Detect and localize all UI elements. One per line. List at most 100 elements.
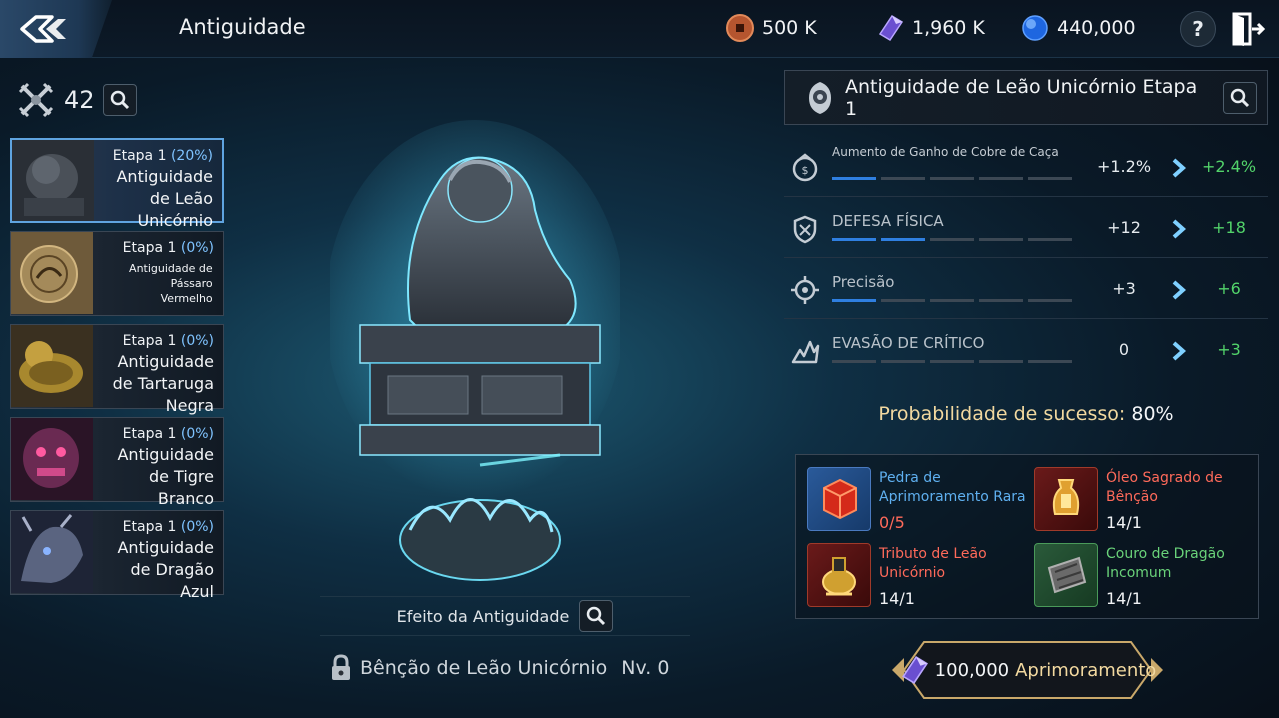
chevron-right-icon [1172,158,1187,178]
crossed-swords-icon [18,82,54,118]
red-bird-thumbnail [11,232,93,315]
collection-count: 42 [64,86,95,114]
card-stage: Etapa 1 [122,426,177,442]
top-bar: Antiguidade 500 K 1,960 K 440,000 ? [0,0,1279,58]
chevron-right-icon [1172,341,1187,361]
coin-bag-icon: $ [790,153,820,183]
stat-row-copper-gain: $ Aumento de Ganho de Cobre de Caça +1.2… [784,137,1268,197]
orb-currency: 440,000 [1021,14,1136,42]
card-stage: Etapa 1 [122,240,177,256]
blessing-row: Bênção de Leão Unicórnio Nv. 0 [330,654,669,682]
magnifier-icon [110,90,129,110]
detail-header: Antiguidade de Leão Unicórnio Etapa 1 [784,70,1268,125]
antiquity-effect-search-button[interactable] [579,600,614,632]
card-progress: (0%) [180,240,214,256]
material-quantity: 0/5 [879,513,905,532]
detail-search-button[interactable] [1223,81,1257,114]
stat-progress-segment [1028,360,1072,363]
stat-progress-bars [832,360,1072,363]
material-quantity: 14/1 [879,589,915,608]
card-name: Antiguidade de Dragão Azul [117,538,214,601]
material-quantity: 14/1 [1106,589,1142,608]
stat-name: Aumento de Ganho de Cobre de Caça [832,145,1059,159]
card-progress: (0%) [180,426,214,442]
antiquity-effect-label: Efeito da Antiguidade [396,606,570,626]
stat-progress-segment [979,360,1023,363]
card-stage: Etapa 1 [122,519,177,535]
purple-crystal-icon [901,656,928,684]
holy-oil-icon [1034,467,1098,531]
copper-amount: 500 K [762,17,817,39]
card-name: Antiguidade de Tigre Branco [117,445,214,508]
dragon-leather-icon [1034,543,1098,607]
svg-text:$: $ [802,164,809,177]
card-stage: Etapa 1 [112,148,167,164]
tribute-urn-icon [807,543,871,607]
crystal-currency: 1,960 K [876,14,985,42]
stat-progress-segment [930,360,974,363]
collection-search-button[interactable] [102,84,137,116]
success-probability-label: Probabilidade de sucesso: [878,403,1126,425]
azure-dragon-thumbnail [11,511,93,594]
antiquity-card-azure-dragon[interactable]: Etapa 1 (0%) Antiguidade de Dragão Azul [10,510,224,601]
stat-next-value: +6 [1217,279,1241,298]
exit-button[interactable] [1230,10,1266,48]
stat-progress-bars [832,177,1072,180]
stat-progress-bars [832,238,1072,241]
material-name: Couro de Dragão Incomum [1106,546,1225,581]
stat-progress-segment [832,299,876,302]
detail-title: Antiguidade de Leão Unicórnio Etapa 1 [845,75,1198,120]
antiquity-card-red-bird[interactable]: Etapa 1 (0%) Antiguidade de Pássaro Verm… [10,231,224,316]
crosshair-icon [790,275,820,305]
upgrade-button[interactable]: 100,000 Aprimoramento [890,638,1165,702]
help-button[interactable]: ? [1180,11,1216,47]
material-item[interactable]: Pedra de Aprimoramento Rara 0/5 [807,467,1027,535]
stat-row-physical-defense: DEFESA FÍSICA +12 +18 [784,198,1268,258]
purple-crystal-icon [876,14,904,42]
material-item[interactable]: Óleo Sagrado de Bênção 14/1 [1034,467,1254,535]
stat-current-value: +12 [1107,218,1141,237]
stat-progress-segment [881,238,925,241]
stat-name: EVASÃO DE CRÍTICO [832,334,985,352]
stat-current-value: +3 [1112,279,1136,298]
stat-progress-segment [881,299,925,302]
stat-progress-segment [881,177,925,180]
orb-amount: 440,000 [1057,17,1136,39]
material-item[interactable]: Tributo de Leão Unicórnio 14/1 [807,543,1027,611]
stat-progress-segment [832,238,876,241]
material-quantity: 14/1 [1106,513,1142,532]
critical-burst-icon [790,336,820,366]
magnifier-icon [1230,88,1250,107]
enhancement-stone-icon [807,467,871,531]
stat-progress-segment [979,238,1023,241]
antiquity-effect-row: Efeito da Antiguidade [320,596,690,636]
stat-progress-segment [930,299,974,302]
upgrade-cost: 100,000 [934,659,1010,681]
back-button[interactable] [0,0,112,58]
copper-coin-icon [726,14,754,42]
antiquity-card-black-turtle[interactable]: Etapa 1 (0%) Antiguidade de Tartaruga Ne… [10,324,224,415]
card-progress: (20%) [170,148,213,164]
card-name: Antiguidade de Pássaro Vermelho [129,262,213,305]
material-name: Óleo Sagrado de Bênção [1106,470,1223,505]
card-progress: (0%) [180,519,214,535]
success-probability-value: 80% [1131,403,1174,425]
material-item[interactable]: Couro de Dragão Incomum 14/1 [1034,543,1254,611]
unicorn-lion-thumbnail [12,140,94,221]
lock-icon [332,654,350,680]
material-name: Tributo de Leão Unicórnio [879,546,987,581]
stat-progress-bars [832,299,1072,302]
antiquity-card-unicorn-lion[interactable]: Etapa 1 (20%) Antiguidade de Leão Unicór… [10,138,224,230]
collection-count-row: 42 [16,80,137,120]
card-progress: (0%) [180,333,214,349]
stat-name: Precisão [832,273,895,291]
materials-panel: Pedra de Aprimoramento Rara 0/5 Óleo Sag… [795,454,1259,619]
antiquity-card-white-tiger[interactable]: Etapa 1 (0%) Antiguidade de Tigre Branco [10,417,224,508]
chevron-right-icon [1172,280,1187,300]
stat-progress-segment [832,360,876,363]
stat-progress-segment [930,238,974,241]
card-name: Antiguidade de Leão Unicórnio [116,167,213,230]
shield-icon [790,214,820,244]
stat-next-value: +2.4% [1201,157,1257,176]
stat-next-value: +18 [1212,218,1246,237]
